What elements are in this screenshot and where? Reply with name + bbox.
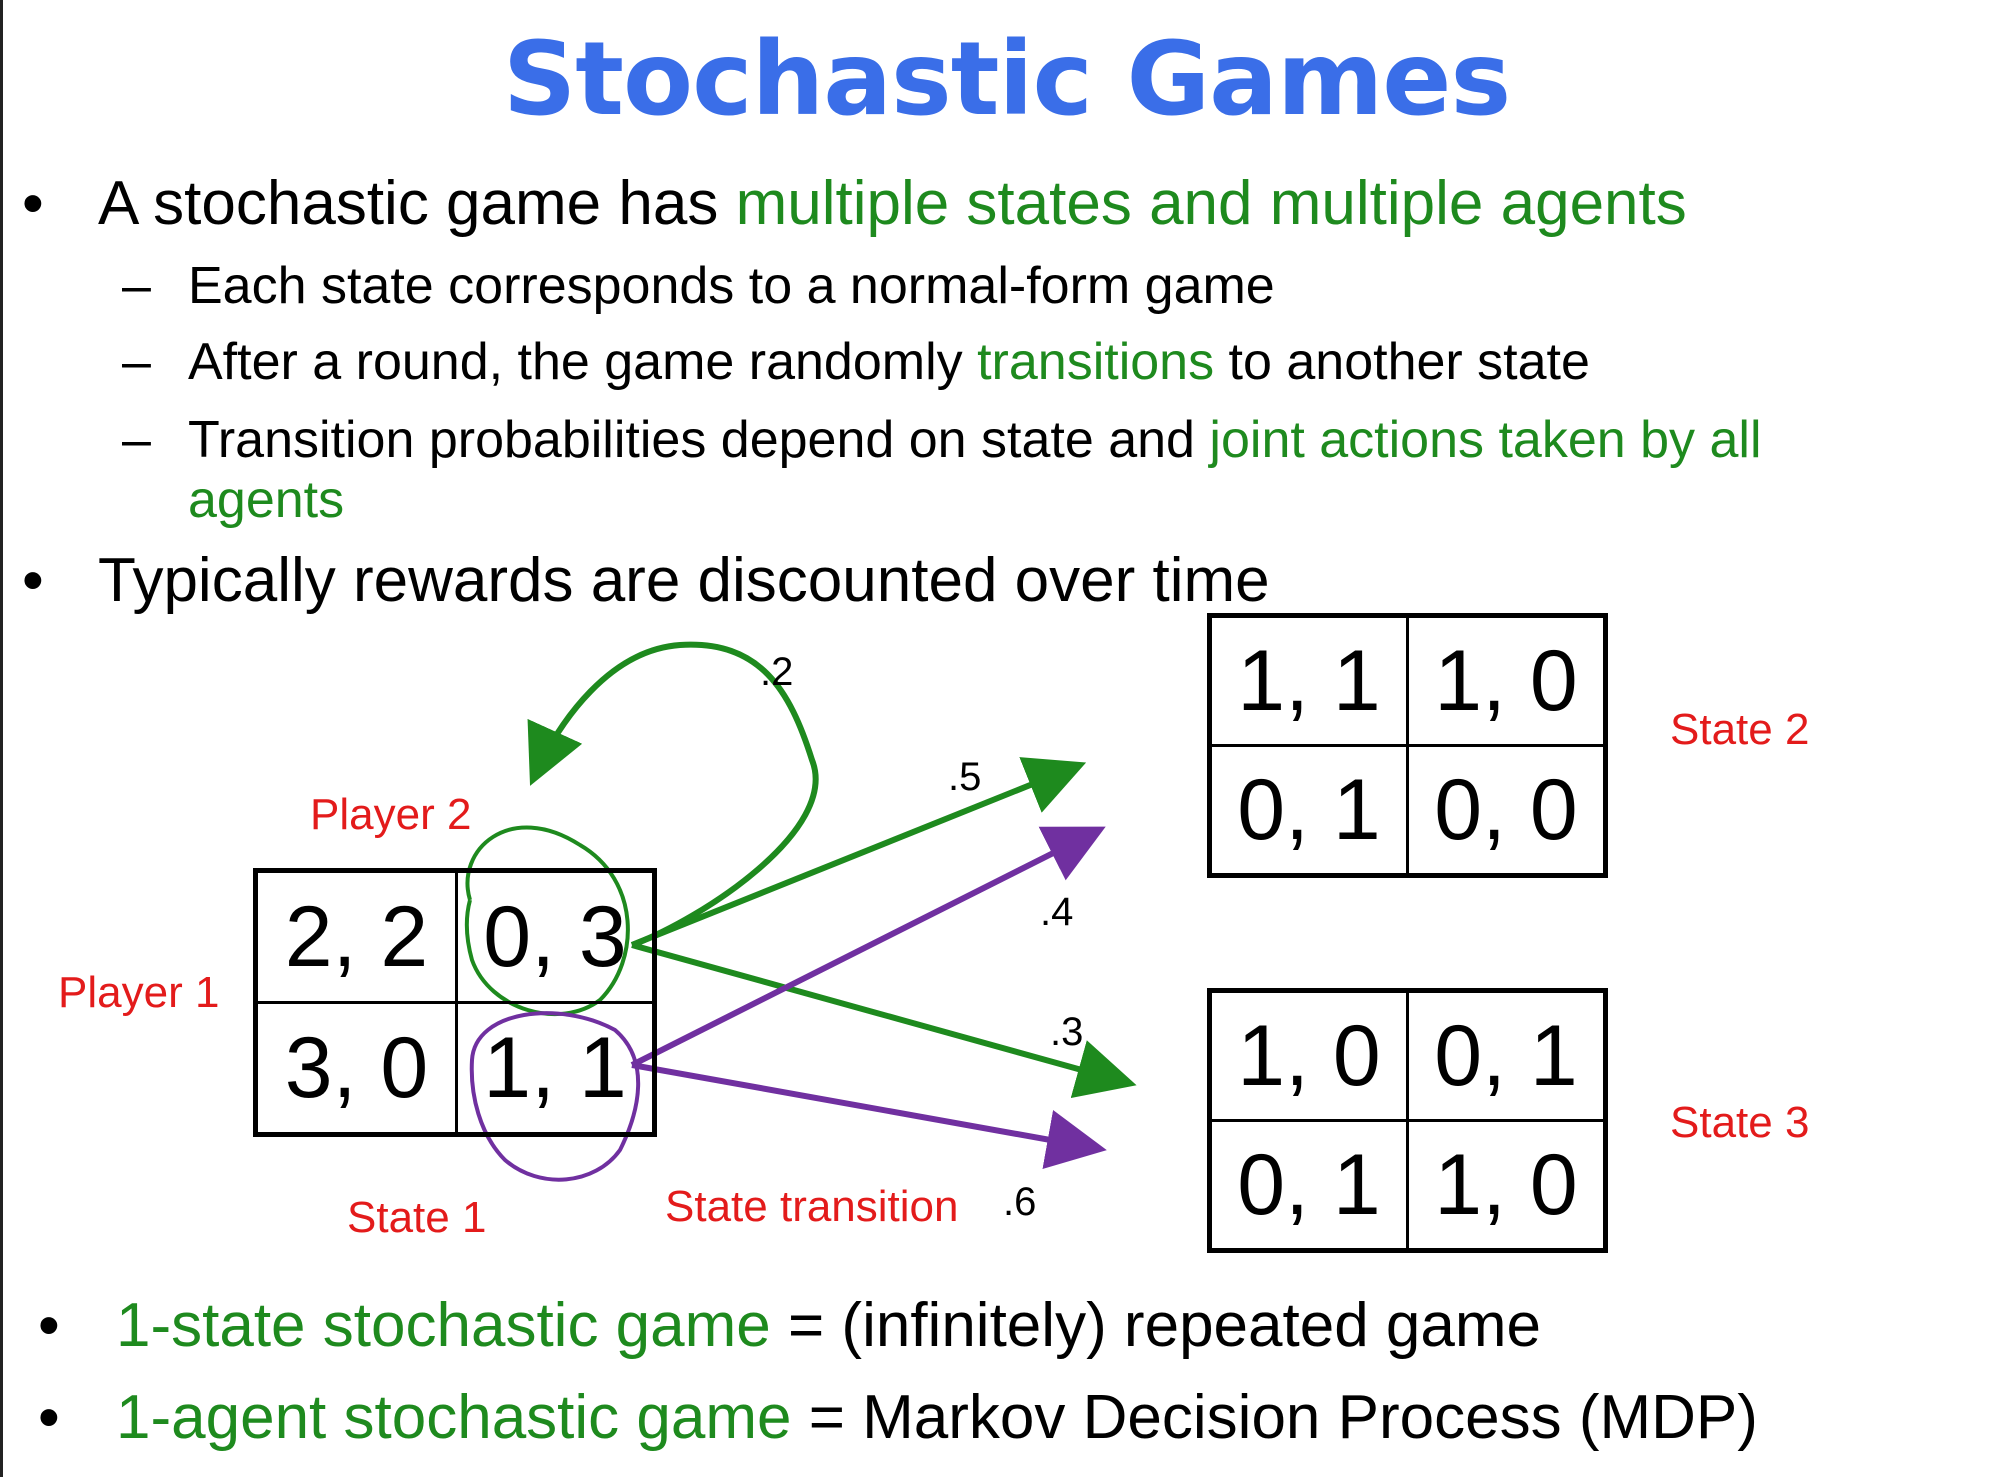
payoff-cell: 0, 1 [1208,744,1409,877]
payoff-cell: 2, 2 [254,869,458,1004]
payoff-cell: 0, 1 [1406,989,1607,1122]
player2-label: Player 2 [310,790,472,839]
bullet-3: 1-state stochastic game = (infinitely) r… [116,1290,1541,1361]
arrow-to-state2-purple [630,826,1106,1068]
prob-self-loop: .2 [760,650,794,694]
arrow-to-state2-green [630,757,1087,948]
bullet-dot: • [38,1383,60,1452]
payoff-cell: 0, 1 [1208,1119,1409,1252]
bullet-4-text: = Markov Decision Process (MDP) [791,1383,1758,1452]
bullet-4: 1-agent stochastic game = Markov Decisio… [116,1382,1758,1453]
payoff-cell: 1, 0 [1208,989,1409,1122]
bullet-3-highlight: 1-state stochastic game [116,1291,771,1360]
payoff-cell: 3, 0 [254,1001,458,1136]
payoff-cell: 1, 1 [455,1001,656,1136]
bullet-3-text: = (infinitely) repeated game [770,1291,1542,1360]
payoff-cell: 1, 1 [1208,614,1409,747]
state1-label: State 1 [347,1193,487,1242]
prob-green-state3: .3 [1050,1010,1084,1054]
state3-label: State 3 [1670,1098,1810,1147]
prob-purple-state2: .4 [1040,890,1074,934]
state2-game-matrix: 1, 1 1, 0 0, 1 0, 0 [1207,613,1608,878]
bullet-dot: • [38,1291,60,1360]
payoff-cell: 1, 0 [1406,1119,1607,1252]
payoff-cell: 0, 0 [1406,744,1607,877]
prob-purple-state3: .6 [1003,1180,1037,1224]
payoff-cell: 0, 3 [455,869,656,1004]
state1-game-matrix: 2, 2 0, 3 3, 0 1, 1 [253,868,657,1137]
bullet-4-highlight: 1-agent stochastic game [116,1383,792,1452]
arrow-to-state3-purple [631,1062,1107,1170]
player1-label: Player 1 [58,968,220,1017]
state3-game-matrix: 1, 0 0, 1 0, 1 1, 0 [1207,988,1608,1253]
payoff-cell: 1, 0 [1406,614,1607,747]
prob-green-state2: .5 [948,755,982,799]
state2-label: State 2 [1670,705,1810,754]
transition-label: State transition [665,1182,959,1231]
